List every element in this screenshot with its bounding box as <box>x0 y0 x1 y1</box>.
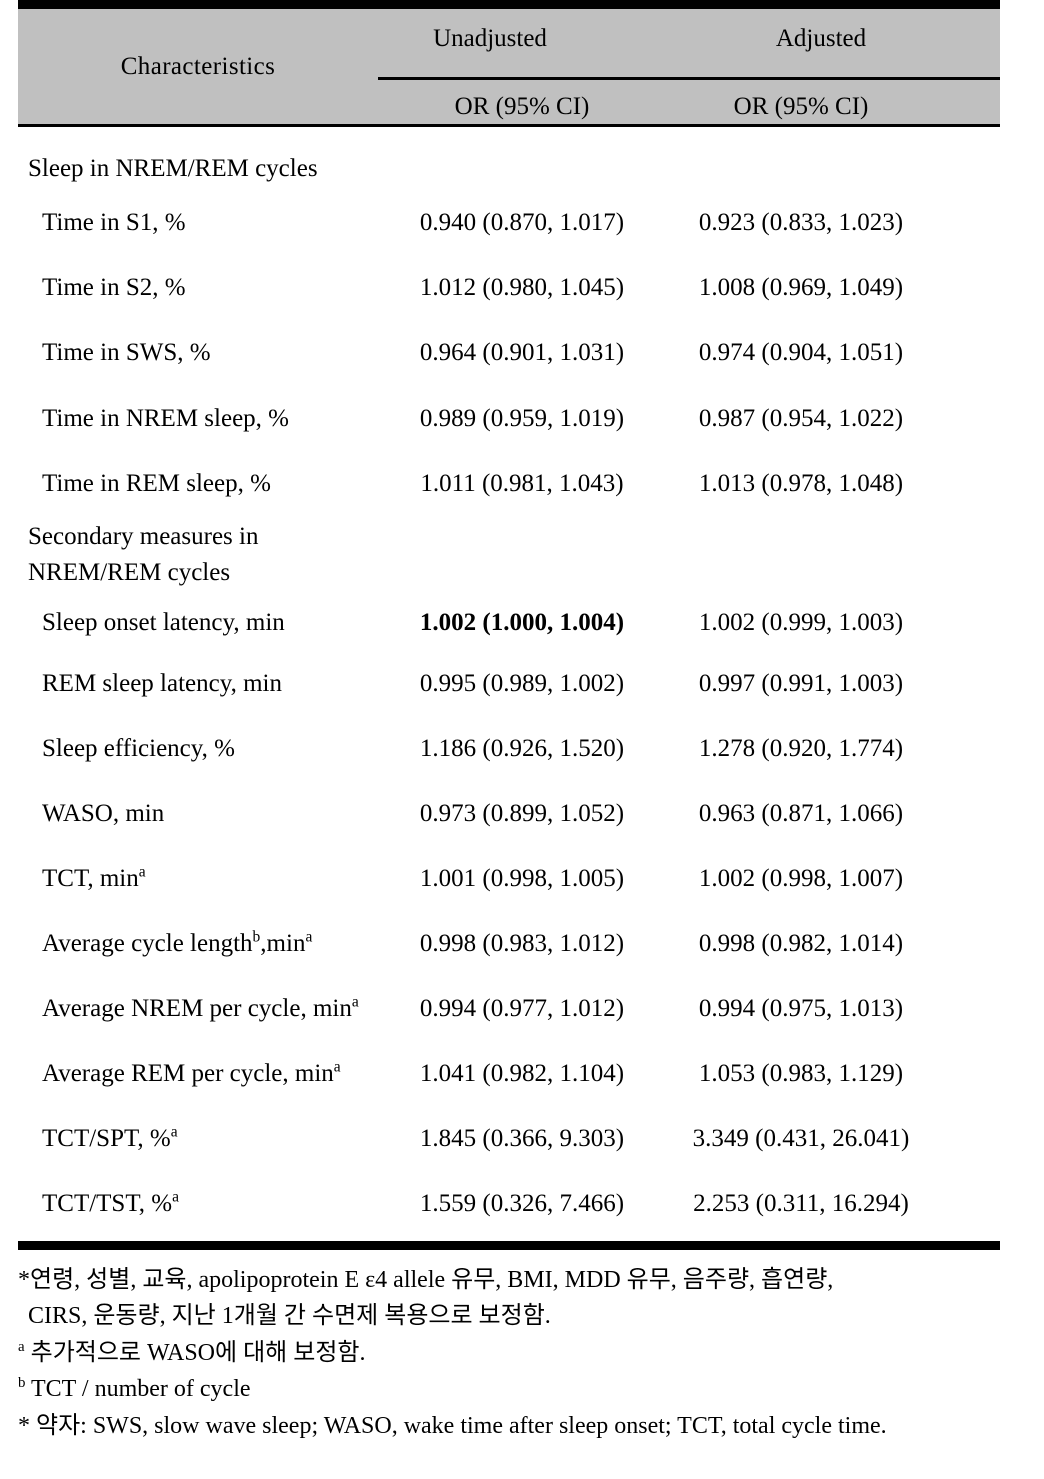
table-row: TCT/SPT, %a 1.845 (0.366, 9.303) 3.349 (0.… <box>18 1123 1000 1165</box>
footnote-b-marker: b <box>18 1375 26 1392</box>
table-bottom-rule <box>18 1241 1000 1250</box>
footnote-a: a 추가적으로 WASO에 대해 보정함. <box>18 1335 1028 1371</box>
table-row: Average NREM per cycle, mina 0.994 (0.977… <box>18 993 1000 1035</box>
footnote-a-text: 추가적으로 WASO에 대해 보정함. <box>30 1339 366 1366</box>
row-label-text: TCT, min <box>42 865 139 892</box>
cell-adjusted-or: 0.923 (0.833, 1.023) <box>698 209 904 236</box>
table-row: TCT/TST, %a 1.559 (0.326, 7.466) 2.253 (0.… <box>18 1188 1000 1230</box>
row-label-text-2: ,min <box>260 930 306 957</box>
cell-adjusted-or: 1.002 (0.998, 1.007) <box>698 865 904 892</box>
cell-adjusted-or: 1.013 (0.978, 1.048) <box>698 470 904 497</box>
footnote-a-marker: a <box>18 1338 25 1355</box>
table-row: Sleep onset latency, min 1.002 (1.000, 1.… <box>18 609 1000 649</box>
cell-adjusted-or: 0.987 (0.954, 1.022) <box>698 405 904 432</box>
table-figure: Characteristics Unadjusted Adjusted OR (… <box>0 0 1044 1479</box>
section-heading: Secondary measures in NREM/REM cycles <box>18 519 428 590</box>
row-label-superscript: a <box>333 1058 341 1076</box>
table-row: Sleep efficiency, % 1.186 (0.926, 1.520) 1… <box>18 735 1000 775</box>
section-heading-line1: Secondary measures in <box>28 523 259 550</box>
row-label-superscript: a <box>138 863 146 881</box>
table-header: Characteristics Unadjusted Adjusted OR (… <box>18 9 1000 127</box>
table-row: Secondary measures in NREM/REM cycles <box>18 519 1000 586</box>
table-row: TCT, mina 1.001 (0.998, 1.005) 1.002 (0.99… <box>18 863 1000 905</box>
cell-adjusted-or: 3.349 (0.431, 26.041) <box>692 1125 910 1152</box>
footnote-b: b TCT / number of cycle <box>18 1371 1028 1407</box>
cell-adjusted-or: 0.994 (0.975, 1.013) <box>698 995 904 1022</box>
cell-adjusted-or: 0.963 (0.871, 1.066) <box>698 800 904 827</box>
row-label-superscript: a <box>170 1123 178 1141</box>
footnote-b-text: TCT / number of cycle <box>31 1376 251 1403</box>
footnotes: *연령, 성별, 교육, apolipoprotein E ε4 allele … <box>18 1262 1028 1444</box>
section-heading: Sleep in NREM/REM cycles <box>28 155 318 182</box>
column-header-characteristics: Characteristics <box>120 53 276 80</box>
table-row: Sleep in NREM/REM cycles <box>18 155 1000 195</box>
row-label-text: TCT/TST, % <box>42 1190 173 1217</box>
footnote-adjustment-line2: CIRS, 운동량, 지난 1개월 간 수면제 복용으로 보정함. <box>28 1303 551 1330</box>
table-body: Sleep in NREM/REM cycles Time in S1, % 0.9… <box>18 127 1000 1241</box>
table-row: Time in NREM sleep, % 0.989 (0.959, 1.019… <box>18 405 1000 445</box>
row-label-text: Average NREM per cycle, min <box>42 995 352 1022</box>
cell-adjusted-or: 2.253 (0.311, 16.294) <box>693 1190 909 1217</box>
column-spanner-adjusted: Adjusted <box>775 25 867 52</box>
cell-adjusted-or: 0.997 (0.991, 1.003) <box>698 670 904 697</box>
row-label-superscript-a: a <box>305 928 313 946</box>
table-row: Time in S1, % 0.940 (0.870, 1.017) 0.923 (… <box>18 209 1000 249</box>
row-label-text: Average REM per cycle, min <box>42 1060 334 1087</box>
cell-adjusted-or: 0.998 (0.982, 1.014) <box>698 930 904 957</box>
cell-adjusted-or: 1.053 (0.983, 1.129) <box>698 1060 904 1087</box>
spanner-rule-adjusted <box>602 77 1000 80</box>
row-label-superscript: a <box>172 1188 179 1206</box>
table-row: Time in SWS, % 0.964 (0.901, 1.031) 0.974 … <box>18 339 1000 379</box>
cell-adjusted-or: 1.008 (0.969, 1.049) <box>698 274 904 301</box>
table-row: Time in REM sleep, % 1.011 (0.981, 1.043)… <box>18 470 1000 510</box>
column-spanner-unadjusted: Unadjusted <box>433 25 547 52</box>
footnote-abbreviations: * 약자: SWS, slow wave sleep; WASO, wake t… <box>18 1412 887 1439</box>
cell-adjusted-or: 0.974 (0.904, 1.051) <box>698 339 904 366</box>
table-row: WASO, min 0.973 (0.899, 1.052) 0.963 (0.87… <box>18 800 1000 840</box>
row-label-superscript: a <box>351 993 359 1011</box>
footnote-adjustment-line1: *연령, 성별, 교육, apolipoprotein E ε4 allele … <box>18 1267 834 1293</box>
table-top-rule <box>18 0 1000 9</box>
cell-adjusted-or: 1.278 (0.920, 1.774) <box>698 735 904 762</box>
results-table: Characteristics Unadjusted Adjusted OR (… <box>18 0 1000 1250</box>
table-row: Average cycle lengthb,mina 0.998 (0.983, … <box>18 928 1000 970</box>
table-row: REM sleep latency, min 0.995 (0.989, 1.00… <box>18 670 1000 710</box>
column-header-or-adjusted: OR (95% CI) <box>733 93 869 120</box>
section-heading-line2: NREM/REM cycles <box>28 558 231 586</box>
table-row: Time in S2, % 1.012 (0.980, 1.045) 1.008 (… <box>18 274 1000 314</box>
cell-adjusted-or: 1.002 (0.999, 1.003) <box>698 609 904 636</box>
row-label-text: Average cycle length <box>42 930 253 957</box>
row-label-text: TCT/SPT, % <box>42 1125 171 1152</box>
table-row: Average REM per cycle, mina 1.041 (0.982,… <box>18 1058 1000 1100</box>
